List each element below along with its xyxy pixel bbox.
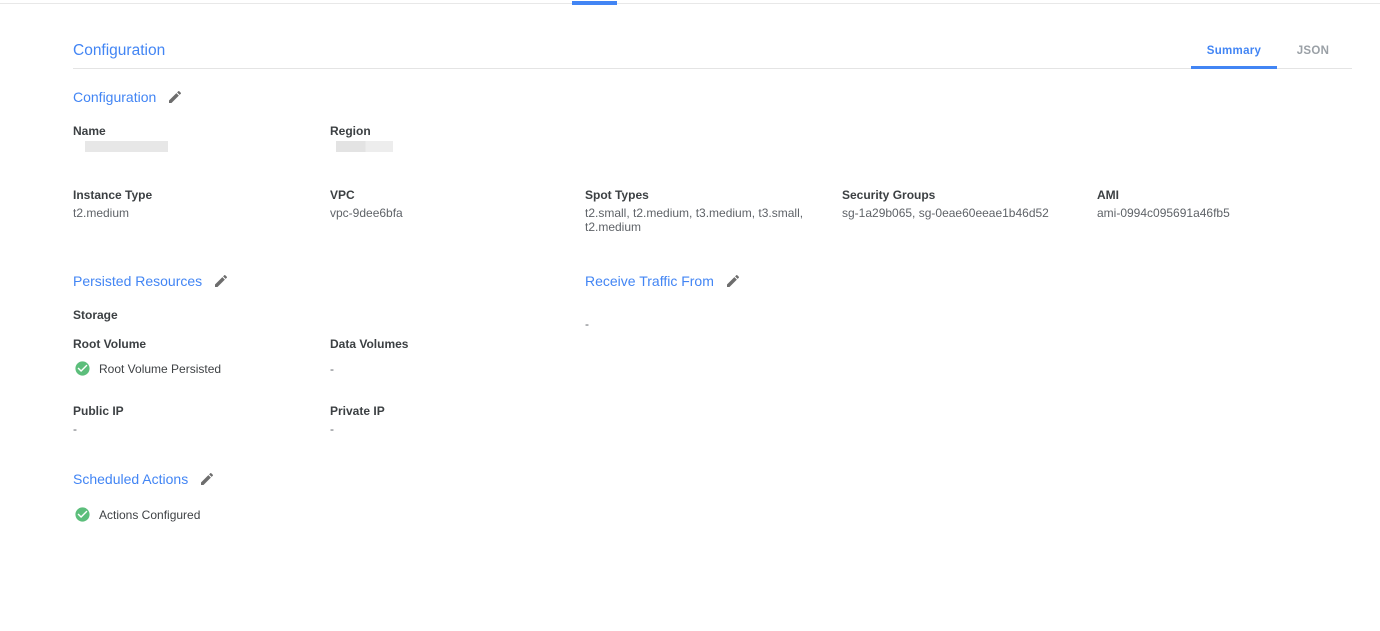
name-field-label: Name [73, 124, 106, 138]
scheduled-actions-status: Actions Configured [74, 506, 200, 523]
tab-summary-active-underline [1191, 66, 1277, 69]
receive-traffic-section-title: Receive Traffic From [585, 273, 714, 289]
storage-group-label: Storage [73, 308, 118, 322]
top-tabstrip-divider [0, 3, 1380, 4]
data-volumes-field-value: - [330, 362, 334, 376]
public-ip-field-value: - [73, 422, 77, 436]
spot-types-field-label: Spot Types [585, 188, 649, 202]
edit-pencil-icon[interactable] [213, 273, 229, 289]
top-active-tab-indicator [572, 1, 617, 5]
persisted-resources-section-title: Persisted Resources [73, 273, 202, 289]
ami-field-label: AMI [1097, 188, 1119, 202]
vpc-field-value: vpc-9dee6bfa [330, 206, 403, 220]
public-ip-field-label: Public IP [73, 404, 124, 418]
edit-pencil-icon[interactable] [725, 273, 741, 289]
root-volume-status-text: Root Volume Persisted [99, 362, 221, 376]
region-field-value-redacted [336, 141, 393, 152]
security-groups-field-value: sg-1a29b065, sg-0eae60eeae1b46d52 [842, 206, 1049, 220]
region-field-label: Region [330, 124, 371, 138]
tab-json[interactable]: JSON [1284, 45, 1342, 57]
scheduled-actions-section-title: Scheduled Actions [73, 471, 188, 487]
configuration-section-title: Configuration [73, 89, 156, 105]
page-title: Configuration [73, 42, 165, 60]
scheduled-actions-status-text: Actions Configured [99, 508, 200, 522]
configuration-summary-page: Configuration Summary JSON Configuration… [0, 0, 1380, 631]
ami-field-value: ami-0994c095691a46fb5 [1097, 206, 1230, 220]
receive-traffic-value: - [585, 317, 589, 331]
instance-type-field-value: t2.medium [73, 206, 129, 220]
persisted-resources-section-header: Persisted Resources [73, 273, 229, 289]
tab-summary[interactable]: Summary [1191, 45, 1277, 57]
header-divider [73, 68, 1352, 69]
root-volume-field-label: Root Volume [73, 337, 146, 351]
name-field-value-redacted [85, 141, 168, 152]
instance-type-field-label: Instance Type [73, 188, 152, 202]
data-volumes-field-label: Data Volumes [330, 337, 408, 351]
private-ip-field-value: - [330, 422, 334, 436]
spot-types-field-value: t2.small, t2.medium, t3.medium, t3.small… [585, 206, 820, 234]
security-groups-field-label: Security Groups [842, 188, 935, 202]
check-circle-icon [74, 360, 91, 377]
vpc-field-label: VPC [330, 188, 355, 202]
receive-traffic-section-header: Receive Traffic From [585, 273, 741, 289]
private-ip-field-label: Private IP [330, 404, 385, 418]
check-circle-icon [74, 506, 91, 523]
root-volume-status: Root Volume Persisted [74, 360, 221, 377]
edit-pencil-icon[interactable] [199, 471, 215, 487]
configuration-section-header: Configuration [73, 89, 183, 105]
edit-pencil-icon[interactable] [167, 89, 183, 105]
scheduled-actions-section-header: Scheduled Actions [73, 471, 215, 487]
